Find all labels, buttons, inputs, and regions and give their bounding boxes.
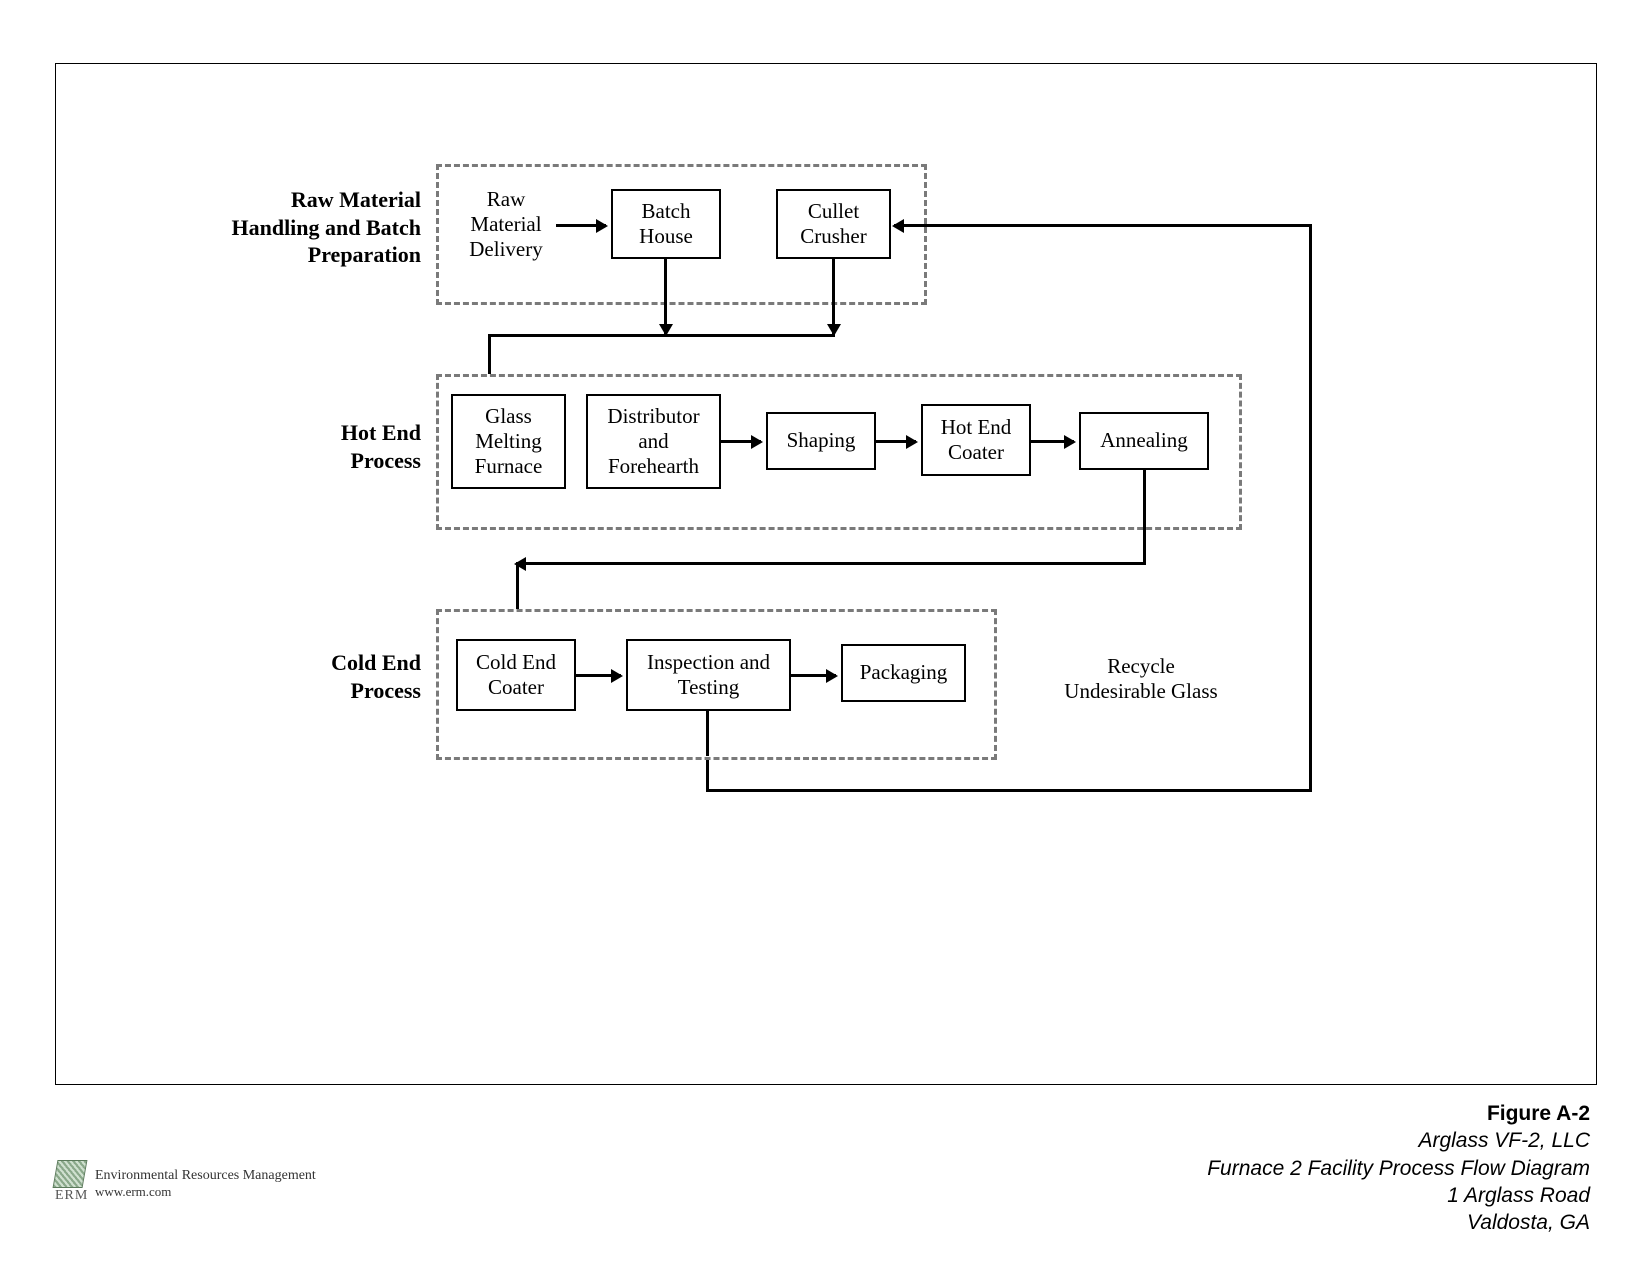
arrow-coater-to-anneal (1031, 440, 1074, 443)
figure-address2: Valdosta, GA (1207, 1209, 1590, 1236)
figure-caption: Figure A-2 Arglass VF-2, LLC Furnace 2 F… (1207, 1100, 1590, 1236)
arrow-dist-to-shaping (721, 440, 761, 443)
figure-number: Figure A-2 (1207, 1100, 1590, 1127)
erm-url: www.erm.com (95, 1184, 171, 1200)
box-hot-coater: Hot EndCoater (921, 404, 1031, 476)
anneal-to-cold-h (516, 562, 1146, 565)
box-distributor: DistributorandForehearth (586, 394, 721, 489)
diagram-frame: Raw MaterialHandling and BatchPreparatio… (55, 63, 1597, 1085)
arrow-delivery-to-batch (556, 224, 606, 227)
arrow-recycle-top (894, 224, 1312, 227)
box-annealing: Annealing (1079, 412, 1209, 470)
box-packaging: Packaging (841, 644, 966, 702)
anneal-down (1143, 470, 1146, 565)
box-inspection: Inspection andTesting (626, 639, 791, 711)
erm-company: Environmental Resources Management (95, 1168, 316, 1184)
erm-logo-icon (53, 1160, 88, 1188)
stage-label-raw: Raw MaterialHandling and BatchPreparatio… (186, 186, 421, 269)
figure-company: Arglass VF-2, LLC (1207, 1127, 1590, 1154)
box-shaping: Shaping (766, 412, 876, 470)
arrow-cullet-down (832, 259, 835, 334)
merge-line-1 (488, 334, 835, 337)
box-raw-delivery: RawMaterialDelivery (456, 187, 556, 263)
recycle-label: RecycleUndesirable Glass (1021, 654, 1261, 704)
box-batch-house: BatchHouse (611, 189, 721, 259)
figure-title: Furnace 2 Facility Process Flow Diagram (1207, 1155, 1590, 1182)
arrow-batch-down (664, 259, 667, 334)
box-cold-coater: Cold EndCoater (456, 639, 576, 711)
erm-logo-text: ERM (55, 1188, 88, 1204)
recycle-vertical (1309, 224, 1312, 792)
arrow-cold-to-insp (576, 674, 621, 677)
page: Raw MaterialHandling and BatchPreparatio… (0, 0, 1650, 1275)
stage-label-hot: Hot EndProcess (266, 419, 421, 474)
insp-down (706, 711, 709, 756)
figure-address1: 1 Arglass Road (1207, 1182, 1590, 1209)
stage-label-cold: Cold EndProcess (261, 649, 421, 704)
box-cullet-crusher: CulletCrusher (776, 189, 891, 259)
box-furnace: GlassMeltingFurnace (451, 394, 566, 489)
recycle-bottom (706, 789, 1312, 792)
arrow-shaping-to-coater (876, 440, 916, 443)
arrow-insp-to-pack (791, 674, 836, 677)
